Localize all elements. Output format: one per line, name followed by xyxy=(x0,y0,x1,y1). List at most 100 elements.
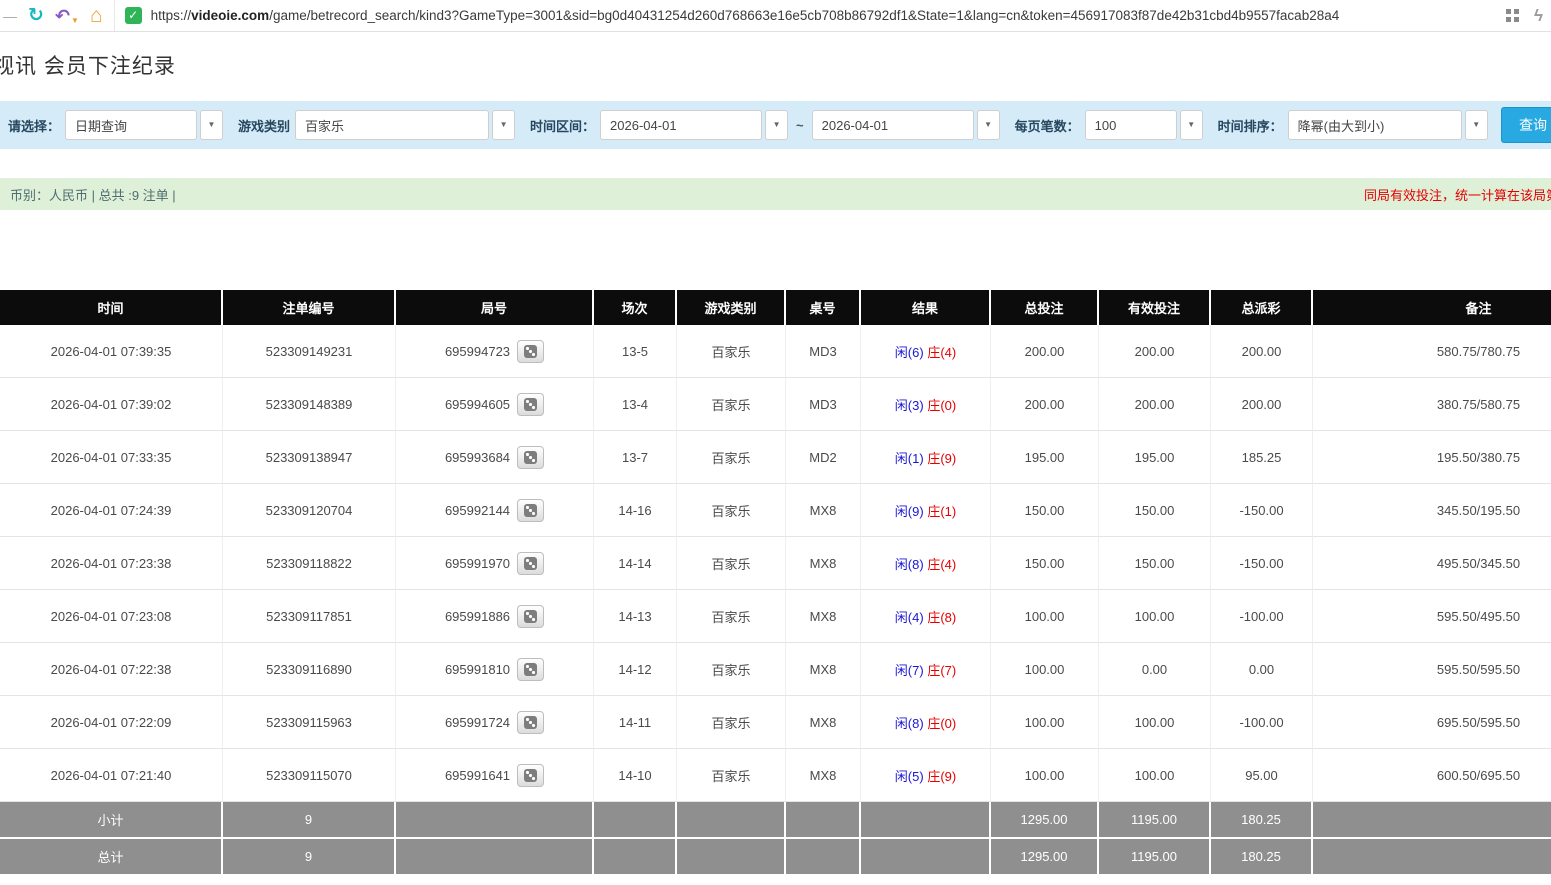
time-range-label: 时间区间： xyxy=(530,116,595,135)
chevron-down-icon: ▼ xyxy=(500,121,508,129)
dice-icon xyxy=(524,451,537,464)
cell-valid-bet: 200.00 xyxy=(1099,325,1211,378)
address-bar[interactable]: ✓ https://videoie.com/game/betrecord_sea… xyxy=(114,0,1543,31)
cell-total-bet[interactable]: 150.00 xyxy=(991,484,1099,537)
total-row: 总计 9 1295.00 1195.00 180.25 xyxy=(0,839,1551,876)
cell-payout: 200.00 xyxy=(1211,325,1313,378)
table-row: 2026-04-01 07:39:02523309148389695994605… xyxy=(0,378,1551,431)
page-size-value[interactable]: 100 xyxy=(1085,110,1177,140)
cell-valid-bet: 100.00 xyxy=(1099,749,1211,802)
game-type-value[interactable]: 百家乐 xyxy=(295,110,489,140)
lightning-icon[interactable]: ϟ xyxy=(1534,7,1543,24)
cell-total-bet[interactable]: 100.00 xyxy=(991,749,1099,802)
cell-session: 14-10 xyxy=(594,749,677,802)
date-to-dropdown: 2026-04-01 ▼ xyxy=(812,110,1000,140)
round-replay-dice-icon[interactable] xyxy=(517,552,544,575)
cell-payout: 0.00 xyxy=(1211,643,1313,696)
cell-total-bet[interactable]: 150.00 xyxy=(991,537,1099,590)
total-valid-bet: 1195.00 xyxy=(1099,839,1211,876)
cell-time: 2026-04-01 07:22:38 xyxy=(0,643,223,696)
round-replay-dice-icon[interactable] xyxy=(517,340,544,363)
date-to-dropdown-button[interactable]: ▼ xyxy=(977,110,1000,140)
select-type-label: 请选择： xyxy=(8,116,60,135)
cell-total-bet[interactable]: 100.00 xyxy=(991,643,1099,696)
sort-order-value[interactable]: 降幂(由大到小) xyxy=(1288,110,1462,140)
grid-icon[interactable] xyxy=(1506,9,1520,23)
game-type-label: 游戏类别 xyxy=(238,116,290,135)
chevron-down-icon: ▼ xyxy=(984,121,992,129)
cell-total-bet[interactable]: 200.00 xyxy=(991,325,1099,378)
home-icon[interactable]: ⌂ xyxy=(90,5,103,26)
cell-total-bet[interactable]: 100.00 xyxy=(991,696,1099,749)
sort-order-dropdown-button[interactable]: ▼ xyxy=(1465,110,1488,140)
cell-bet-id: 523309117851 xyxy=(223,590,396,643)
total-label: 总计 xyxy=(0,839,223,876)
dice-icon xyxy=(524,610,537,623)
column-header-9: 总派彩 xyxy=(1211,290,1313,325)
cell-total-bet[interactable]: 195.00 xyxy=(991,431,1099,484)
cell-payout: -150.00 xyxy=(1211,537,1313,590)
total-empty xyxy=(786,839,861,876)
cell-round: 695991886 xyxy=(396,590,594,643)
cell-game-type: 百家乐 xyxy=(677,484,786,537)
query-type-dropdown-button[interactable]: ▼ xyxy=(200,110,223,140)
cell-time: 2026-04-01 07:21:40 xyxy=(0,749,223,802)
game-type-dropdown-button[interactable]: ▼ xyxy=(492,110,515,140)
cell-bet-id: 523309148389 xyxy=(223,378,396,431)
round-replay-dice-icon[interactable] xyxy=(517,393,544,416)
cell-round: 695994723 xyxy=(396,325,594,378)
date-from-value[interactable]: 2026-04-01 xyxy=(600,110,762,140)
cell-time: 2026-04-01 07:24:39 xyxy=(0,484,223,537)
cell-total-bet[interactable]: 100.00 xyxy=(991,590,1099,643)
banker-result: 庄(9) xyxy=(927,451,956,466)
round-number: 695991970 xyxy=(445,556,510,571)
cell-result: 闲(4) 庄(8) xyxy=(861,590,991,643)
round-replay-dice-icon[interactable] xyxy=(517,605,544,628)
search-button[interactable]: 查询 xyxy=(1501,107,1551,143)
round-replay-dice-icon[interactable] xyxy=(517,658,544,681)
back-button[interactable]: ↶ ▼ xyxy=(55,7,79,25)
round-replay-dice-icon[interactable] xyxy=(517,499,544,522)
round-number: 695991810 xyxy=(445,662,510,677)
player-result: 闲(4) xyxy=(895,610,924,625)
subtotal-count: 9 xyxy=(223,802,396,839)
column-header-1: 注单编号 xyxy=(223,290,396,325)
query-type-value[interactable]: 日期查询 xyxy=(65,110,197,140)
cell-valid-bet: 100.00 xyxy=(1099,590,1211,643)
total-empty xyxy=(594,839,677,876)
round-replay-dice-icon[interactable] xyxy=(517,764,544,787)
security-shield-icon[interactable]: ✓ xyxy=(125,7,142,24)
cell-total-bet[interactable]: 200.00 xyxy=(991,378,1099,431)
subtotal-label: 小计 xyxy=(0,802,223,839)
cell-bet-id: 523309116890 xyxy=(223,643,396,696)
cell-bet-id: 523309120704 xyxy=(223,484,396,537)
page-size-dropdown-button[interactable]: ▼ xyxy=(1180,110,1203,140)
round-replay-dice-icon[interactable] xyxy=(517,711,544,734)
subtotal-empty xyxy=(396,802,594,839)
subtotal-empty xyxy=(861,802,991,839)
refresh-icon[interactable]: ↻ xyxy=(28,6,44,25)
date-from-dropdown-button[interactable]: ▼ xyxy=(765,110,788,140)
player-result: 闲(5) xyxy=(895,769,924,784)
filter-bar: 请选择： 日期查询 ▼ 游戏类别 百家乐 ▼ 时间区间： 2026-04-01 … xyxy=(0,101,1551,149)
round-wrap: 695994605 xyxy=(445,393,544,416)
cell-note: 580.75/780.75 xyxy=(1313,325,1551,378)
address-bar-icons: ϟ xyxy=(1506,7,1543,24)
subtotal-empty xyxy=(677,802,786,839)
cell-round: 695992144 xyxy=(396,484,594,537)
round-wrap: 695992144 xyxy=(445,499,544,522)
cell-payout: 185.25 xyxy=(1211,431,1313,484)
cell-result: 闲(8) 庄(0) xyxy=(861,696,991,749)
url-text: https://videoie.com/game/betrecord_searc… xyxy=(151,8,1340,23)
date-range-tilde: ~ xyxy=(796,118,804,133)
column-header-10: 备注 xyxy=(1313,290,1551,325)
chevron-down-icon: ▼ xyxy=(71,16,79,25)
player-result: 闲(9) xyxy=(895,504,924,519)
date-to-value[interactable]: 2026-04-01 xyxy=(812,110,974,140)
page-size-dropdown: 100 ▼ xyxy=(1085,110,1203,140)
subtotal-empty xyxy=(786,802,861,839)
banker-result: 庄(9) xyxy=(927,769,956,784)
date-from-dropdown: 2026-04-01 ▼ xyxy=(600,110,788,140)
cell-time: 2026-04-01 07:39:35 xyxy=(0,325,223,378)
round-replay-dice-icon[interactable] xyxy=(517,446,544,469)
